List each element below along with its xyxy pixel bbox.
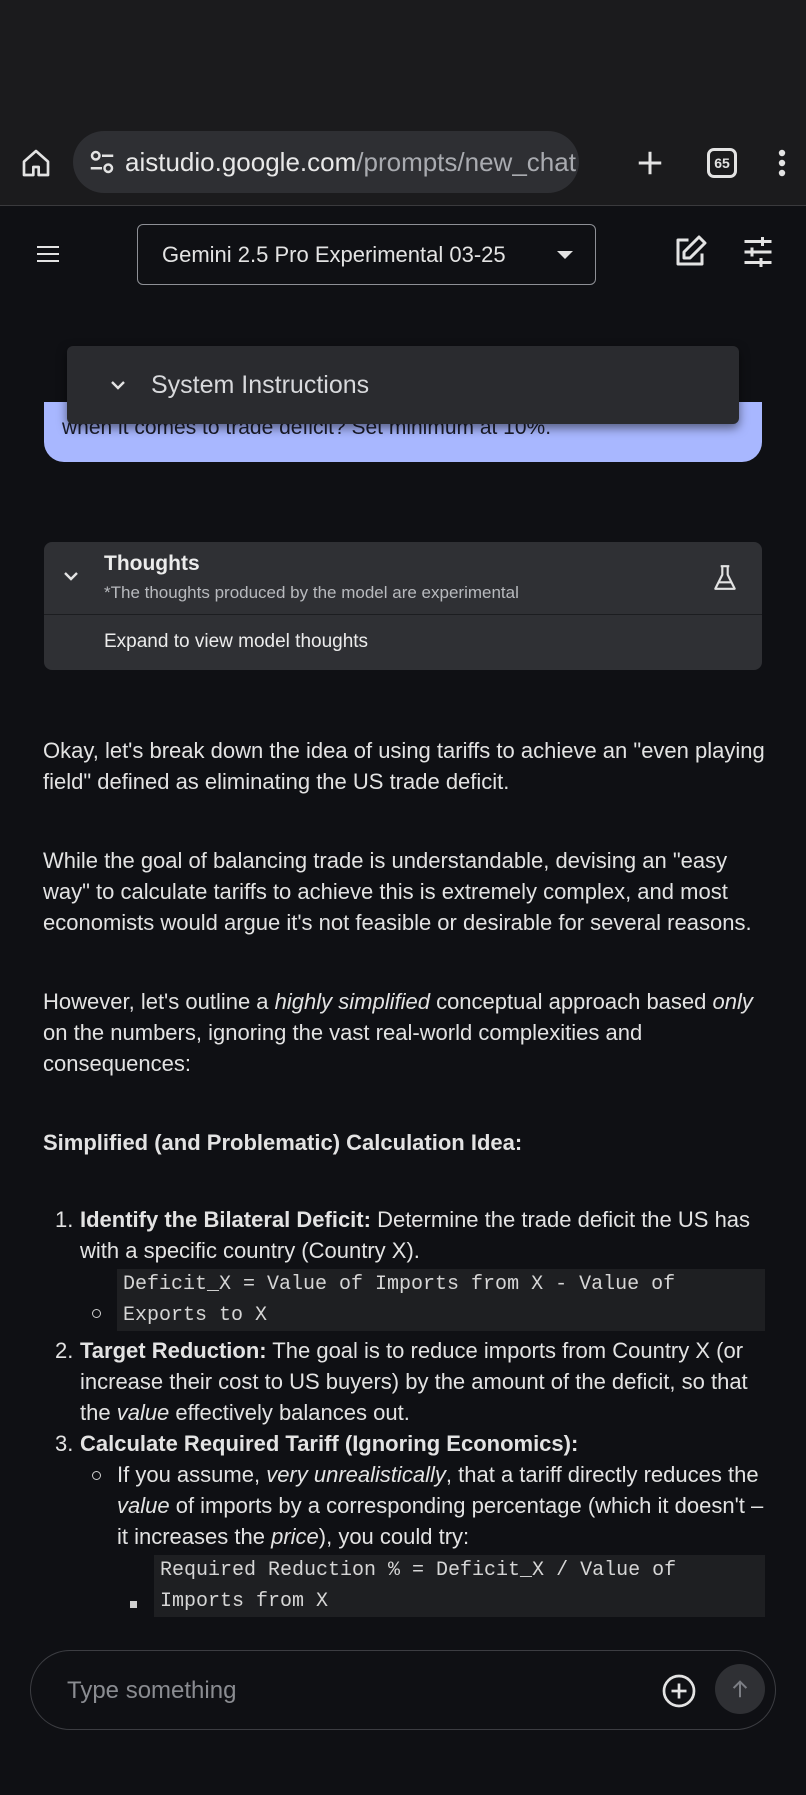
bullet xyxy=(92,1309,101,1318)
response-heading: Simplified (and Problematic) Calculation… xyxy=(43,1130,523,1155)
arrow-up-icon xyxy=(732,1680,748,1698)
thoughts-header[interactable]: Thoughts *The thoughts produced by the m… xyxy=(44,542,762,615)
add-circle-icon[interactable] xyxy=(661,1673,697,1709)
tab-count: 65 xyxy=(707,148,737,178)
thoughts-title: Thoughts xyxy=(104,552,200,575)
response-paragraph: Okay, let's break down the idea of using… xyxy=(43,738,765,794)
home-button[interactable] xyxy=(0,120,72,206)
edit-icon[interactable] xyxy=(672,234,708,270)
expand-thoughts-link[interactable]: Expand to view model thoughts xyxy=(104,631,368,653)
dropdown-caret-icon xyxy=(557,251,573,259)
site-settings-icon[interactable] xyxy=(87,147,117,177)
system-instructions-label: System Instructions xyxy=(151,370,370,399)
response-paragraph: While the goal of balancing trade is und… xyxy=(43,848,752,935)
model-selector[interactable]: Gemini 2.5 Pro Experimental 03-25 xyxy=(137,224,596,285)
list-item: 1. Identify the Bilateral Deficit: Deter… xyxy=(43,1204,765,1331)
plus-icon xyxy=(638,151,662,175)
browser-menu-button[interactable] xyxy=(758,120,806,206)
hamburger-icon xyxy=(37,246,59,262)
code-inline: Required Reduction % = Deficit_X / Value… xyxy=(154,1555,765,1617)
app-header: Gemini 2.5 Pro Experimental 03-25 xyxy=(0,206,806,301)
code-inline: Deficit_X = Value of Imports from X - Va… xyxy=(117,1269,765,1331)
tab-switcher-button[interactable]: 65 xyxy=(686,120,758,206)
chevron-down-icon xyxy=(111,381,125,390)
browser-toolbar: aistudio.google.com/prompts/new_chat 65 xyxy=(0,120,806,206)
home-icon xyxy=(22,149,50,176)
address-bar[interactable]: aistudio.google.com/prompts/new_chat xyxy=(73,131,579,193)
run-settings-icon[interactable] xyxy=(740,234,776,270)
bullet xyxy=(130,1601,137,1608)
send-button[interactable] xyxy=(715,1664,765,1714)
sub-list-item: If you assume, very unrealistically, tha… xyxy=(80,1459,765,1617)
sub-sub-list-item: Required Reduction % = Deficit_X / Value… xyxy=(117,1555,765,1617)
prompt-composer xyxy=(30,1650,776,1730)
flask-icon xyxy=(714,565,736,590)
steps-list: 1. Identify the Bilateral Deficit: Deter… xyxy=(43,1204,765,1617)
prompt-input[interactable] xyxy=(67,1671,627,1711)
more-vertical-icon xyxy=(778,149,786,177)
model-response: Okay, let's break down the idea of using… xyxy=(43,735,765,1617)
url-text[interactable]: aistudio.google.com/prompts/new_chat xyxy=(125,147,576,178)
new-tab-button[interactable] xyxy=(610,120,690,206)
thoughts-panel[interactable]: Thoughts *The thoughts produced by the m… xyxy=(44,542,762,670)
menu-button[interactable] xyxy=(28,234,68,274)
chevron-down-icon xyxy=(64,572,78,581)
model-label: Gemini 2.5 Pro Experimental 03-25 xyxy=(162,241,506,267)
list-item: 2. Target Reduction: The goal is to redu… xyxy=(55,1338,748,1425)
list-item: 3. Calculate Required Tariff (Ignoring E… xyxy=(43,1428,765,1617)
status-bar xyxy=(0,0,806,120)
thoughts-subtitle: *The thoughts produced by the model are … xyxy=(104,583,519,602)
response-paragraph: However, let's outline a highly simplifi… xyxy=(43,989,753,1076)
sub-list-item: Deficit_X = Value of Imports from X - Va… xyxy=(80,1269,765,1331)
system-instructions-panel[interactable]: System Instructions xyxy=(67,346,739,424)
bullet xyxy=(92,1471,101,1480)
